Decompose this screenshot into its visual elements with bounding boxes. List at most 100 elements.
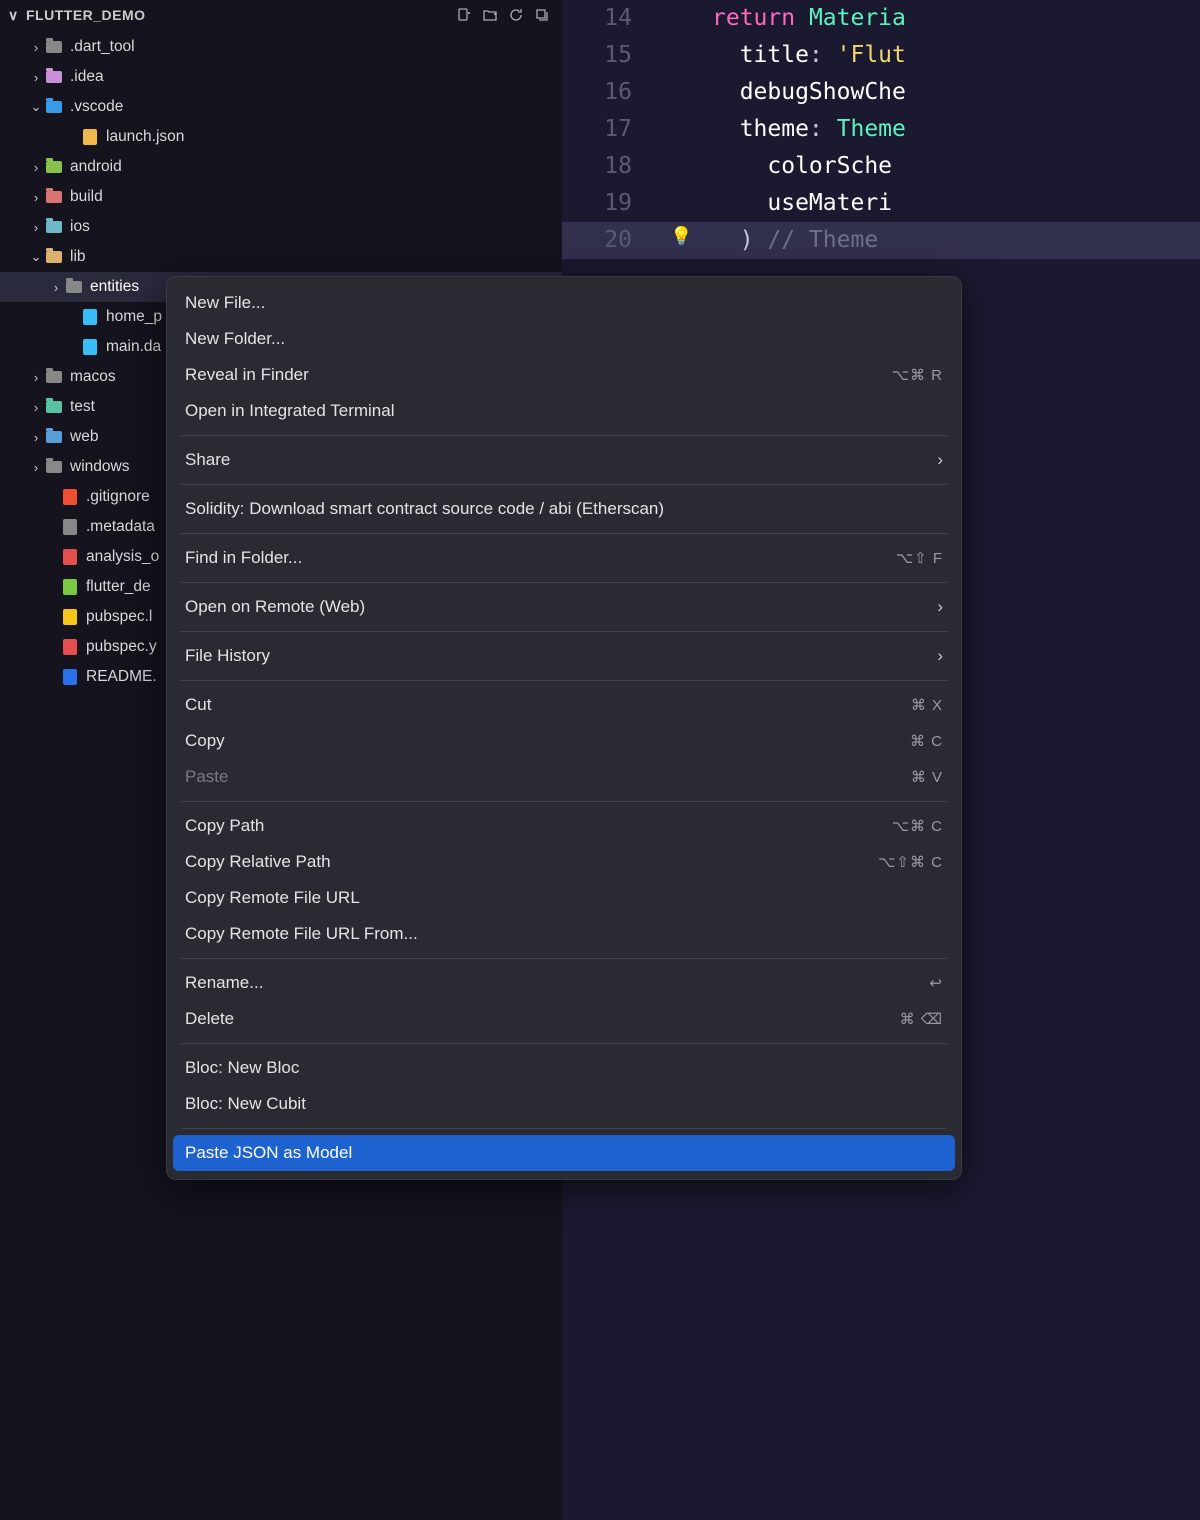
code-line: colorSche: [712, 148, 906, 185]
line-number-gutter: 14151617181920: [562, 0, 660, 259]
code-line: title: 'Flut: [712, 37, 906, 74]
tree-item-build[interactable]: ›build: [0, 182, 562, 212]
menu-item-label: Rename...: [185, 973, 929, 993]
chevron-icon: ›: [28, 400, 44, 415]
chevron-icon: ⌄: [28, 99, 44, 115]
lightbulb-icon[interactable]: 💡: [670, 226, 692, 247]
code-line: return Materia: [712, 0, 906, 37]
tree-item-label: android: [70, 158, 122, 176]
menu-item-shortcut: ⌥⌘ R: [892, 366, 943, 384]
tree-item-label: .metadata: [86, 518, 155, 536]
code-line: ) // Theme: [712, 222, 906, 259]
menu-item-cut[interactable]: Cut⌘ X: [167, 687, 961, 723]
menu-separator: [181, 435, 947, 436]
folder-icon: [44, 367, 64, 387]
file-icon: [80, 337, 100, 357]
line-number: 19: [562, 185, 632, 222]
token: :: [809, 116, 837, 142]
submenu-chevron-icon: ›: [937, 597, 943, 617]
file-icon: [60, 667, 80, 687]
menu-item-open-in-integrated-terminal[interactable]: Open in Integrated Terminal: [167, 393, 961, 429]
menu-item-copy[interactable]: Copy⌘ C: [167, 723, 961, 759]
menu-item-shortcut: ⌥⌘ C: [892, 817, 943, 835]
menu-item-find-in-folder[interactable]: Find in Folder...⌥⇧ F: [167, 540, 961, 576]
token: useMateri: [712, 190, 892, 216]
menu-item-solidity-download-smart-contract-source-code-abi-etherscan[interactable]: Solidity: Download smart contract source…: [167, 491, 961, 527]
folder-icon: [44, 67, 64, 87]
tree-item-label: README.: [86, 668, 157, 686]
menu-item-open-on-remote-web[interactable]: Open on Remote (Web)›: [167, 589, 961, 625]
tree-item-lib[interactable]: ⌄lib: [0, 242, 562, 272]
token: title: [712, 42, 809, 68]
file-icon: [80, 127, 100, 147]
menu-item-label: Copy: [185, 731, 910, 751]
menu-item-rename[interactable]: Rename...↩: [167, 965, 961, 1001]
line-number: 14: [562, 0, 632, 37]
menu-item-bloc-new-bloc[interactable]: Bloc: New Bloc: [167, 1050, 961, 1086]
token: // Theme: [767, 227, 878, 253]
menu-separator: [181, 1043, 947, 1044]
folder-icon: [44, 457, 64, 477]
chevron-icon: ›: [28, 190, 44, 205]
tree-item-ios[interactable]: ›ios: [0, 212, 562, 242]
folder-icon: [44, 427, 64, 447]
token: debugShowChe: [712, 79, 906, 105]
folder-icon: [64, 277, 84, 297]
menu-item-file-history[interactable]: File History›: [167, 638, 961, 674]
file-icon: [60, 547, 80, 567]
folder-icon: [44, 217, 64, 237]
token: colorSche: [712, 153, 892, 179]
chevron-down-icon: ∨: [8, 7, 20, 24]
menu-item-bloc-new-cubit[interactable]: Bloc: New Cubit: [167, 1086, 961, 1122]
menu-item-copy-remote-file-url[interactable]: Copy Remote File URL: [167, 880, 961, 916]
tree-item-label: web: [70, 428, 98, 446]
menu-item-new-folder[interactable]: New Folder...: [167, 321, 961, 357]
menu-item-shortcut: ⌘ C: [910, 732, 943, 750]
token: Theme: [837, 116, 906, 142]
tree-item-label: flutter_de: [86, 578, 151, 596]
tree-item-android[interactable]: › android: [0, 152, 562, 182]
menu-item-label: Cut: [185, 695, 911, 715]
menu-item-copy-path[interactable]: Copy Path⌥⌘ C: [167, 808, 961, 844]
chevron-icon: ›: [28, 160, 44, 175]
tree-item-label: analysis_o: [86, 548, 159, 566]
menu-item-delete[interactable]: Delete⌘ ⌫: [167, 1001, 961, 1037]
menu-separator: [181, 680, 947, 681]
menu-item-share[interactable]: Share›: [167, 442, 961, 478]
menu-item-copy-relative-path[interactable]: Copy Relative Path⌥⇧⌘ C: [167, 844, 961, 880]
tree-item--idea[interactable]: ›.idea: [0, 62, 562, 92]
new-file-icon[interactable]: [456, 7, 472, 23]
menu-item-shortcut: ⌥⇧ F: [896, 549, 943, 567]
code-line: debugShowChe: [712, 74, 906, 111]
menu-item-new-file[interactable]: New File...: [167, 285, 961, 321]
collapse-all-icon[interactable]: [534, 7, 550, 23]
tree-item--dart_tool[interactable]: ›.dart_tool: [0, 32, 562, 62]
menu-separator: [181, 484, 947, 485]
explorer-header[interactable]: ∨ FLUTTER_DEMO: [0, 0, 562, 30]
tree-item-launch-json[interactable]: launch.json: [0, 122, 562, 152]
tree-item-label: ios: [70, 218, 90, 236]
tree-item--vscode[interactable]: ⌄.vscode: [0, 92, 562, 122]
folder-icon: [44, 37, 64, 57]
chevron-icon: ›: [28, 430, 44, 445]
menu-item-label: Delete: [185, 1009, 900, 1029]
menu-item-label: Find in Folder...: [185, 548, 896, 568]
line-number: 17: [562, 111, 632, 148]
file-icon: [60, 637, 80, 657]
menu-item-paste-json-as-model[interactable]: Paste JSON as Model: [173, 1135, 955, 1171]
folder-icon: [44, 397, 64, 417]
menu-item-label: New Folder...: [185, 329, 943, 349]
token: ): [712, 227, 767, 253]
menu-item-reveal-in-finder[interactable]: Reveal in Finder⌥⌘ R: [167, 357, 961, 393]
refresh-icon[interactable]: [508, 7, 524, 23]
new-folder-icon[interactable]: [482, 7, 498, 23]
tree-item-label: test: [70, 398, 95, 416]
chevron-icon: ›: [28, 460, 44, 475]
folder-icon: [44, 97, 64, 117]
folder-icon: [44, 157, 64, 177]
menu-item-shortcut: ⌘ X: [911, 696, 943, 714]
project-title: FLUTTER_DEMO: [26, 7, 456, 23]
menu-item-copy-remote-file-url-from[interactable]: Copy Remote File URL From...: [167, 916, 961, 952]
folder-icon: [44, 247, 64, 267]
menu-item-label: Bloc: New Bloc: [185, 1058, 943, 1078]
